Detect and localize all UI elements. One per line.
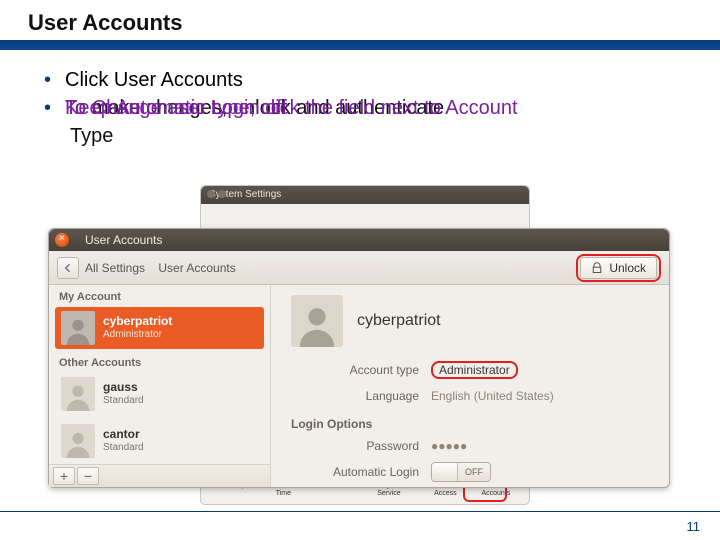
bullet-2-cont: Type — [44, 122, 720, 150]
label-password: Password — [291, 439, 431, 453]
bullet-list: • Click User Accounts • To make changes,… — [0, 50, 720, 150]
login-options-heading: Login Options — [291, 417, 653, 431]
breadcrumb: All Settings User Accounts — [85, 261, 570, 275]
bullet-dot: • — [44, 66, 51, 94]
lock-icon — [591, 262, 603, 274]
chevron-left-icon — [62, 262, 74, 274]
bullet-1: Click User Accounts — [65, 66, 243, 94]
account-name: gauss — [103, 380, 144, 394]
accounts-sidebar: My Account cyberpatriot Administrator Ot… — [49, 285, 271, 487]
toggle-off-label: OFF — [458, 463, 490, 481]
crumb-all-settings[interactable]: All Settings — [85, 261, 145, 275]
person-icon — [63, 315, 93, 345]
account-role: Standard — [103, 394, 144, 408]
back-button[interactable] — [57, 257, 79, 279]
system-settings-title: System Settings — [201, 186, 529, 204]
remove-account-button[interactable]: − — [77, 467, 99, 485]
value-password[interactable]: ●●●●● — [431, 439, 467, 453]
bullet-dot: • — [44, 94, 51, 122]
section-other-accounts: Other Accounts — [49, 351, 270, 371]
account-name: cyberpatriot — [103, 314, 172, 328]
label-account-type: Account type — [291, 363, 431, 377]
title-underline — [0, 40, 720, 50]
value-language[interactable]: English (United States) — [431, 389, 554, 403]
page-number: 11 — [687, 519, 701, 534]
toggle-knob — [432, 463, 458, 481]
sidebar-footer: + − — [49, 464, 270, 487]
account-role: Administrator — [103, 328, 172, 342]
slide-title: User Accounts — [0, 0, 720, 40]
user-accounts-window: × User Accounts All Settings User Accoun… — [48, 228, 670, 488]
avatar — [61, 311, 95, 345]
unlock-highlight: Unlock — [576, 254, 661, 282]
window-titlebar[interactable]: × User Accounts — [49, 229, 669, 251]
account-role: Standard — [103, 441, 144, 455]
account-type-highlight: Administrator — [431, 361, 518, 379]
footer-rule — [0, 511, 720, 512]
account-row-gauss[interactable]: gauss Standard — [55, 373, 264, 415]
label-auto-login: Automatic Login — [291, 465, 431, 479]
crumb-current: User Accounts — [158, 261, 235, 275]
close-icon: × — [55, 232, 69, 246]
avatar — [61, 377, 95, 411]
account-detail-name[interactable]: cyberpatriot — [357, 312, 441, 330]
account-detail-panel: cyberpatriot Account type Administrator … — [271, 285, 669, 487]
label-language: Language — [291, 389, 431, 403]
account-row-cantor[interactable]: cantor Standard — [55, 420, 264, 462]
window-title: User Accounts — [85, 233, 162, 247]
unlock-button[interactable]: Unlock — [580, 257, 657, 279]
auto-login-toggle[interactable]: OFF — [431, 462, 491, 482]
bullet-2c: Keep Automatic Login off — [65, 94, 287, 122]
account-name: cantor — [103, 427, 144, 441]
person-icon — [63, 428, 93, 458]
section-my-account: My Account — [49, 285, 270, 305]
unlock-label: Unlock — [609, 261, 646, 275]
person-icon — [294, 301, 340, 347]
toolbar: All Settings User Accounts Unlock — [49, 251, 669, 285]
avatar-large[interactable] — [291, 295, 343, 347]
account-row-cyberpatriot[interactable]: cyberpatriot Administrator — [55, 307, 264, 349]
avatar — [61, 424, 95, 458]
person-icon — [63, 381, 93, 411]
add-account-button[interactable]: + — [53, 467, 75, 485]
value-account-type[interactable]: Administrator — [431, 361, 518, 379]
